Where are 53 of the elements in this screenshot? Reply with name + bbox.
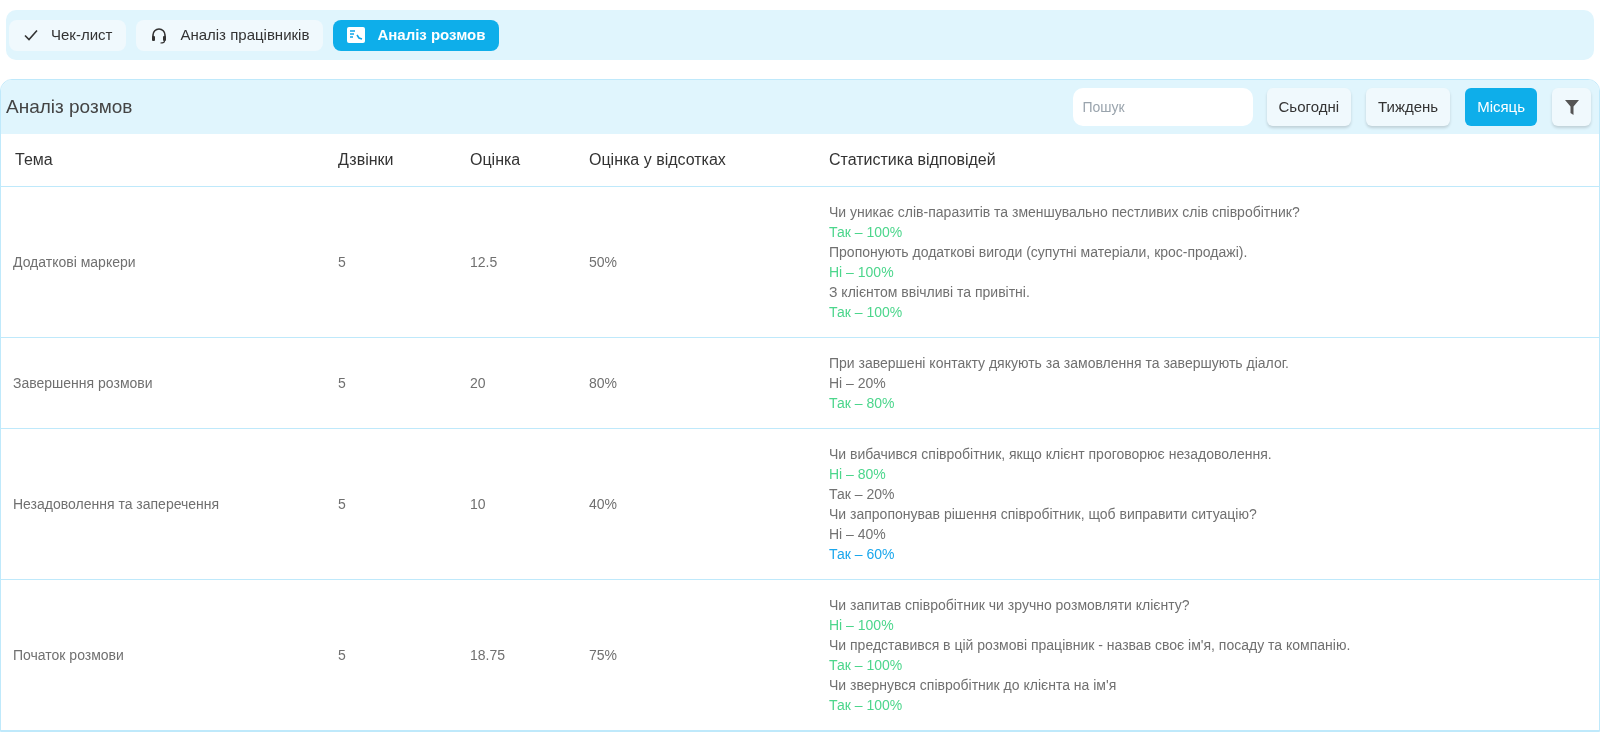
table-cell-text: 80% [589,373,619,393]
answer-stat: Так – 100% [829,656,903,675]
table-cell-text: Додаткові маркери [12,252,137,272]
filter-button[interactable] [1552,88,1591,126]
question-text: Чи представився в цій розмові працівник - назвав своє ім'я, посаду та компанію. [829,636,1351,655]
question-text: Пропонують додаткові вигоди (супутні матеріали, крос-продажі). [829,243,1248,262]
column-header: Оцінка [470,150,522,170]
answer-stat: Ні – 100% [829,263,894,282]
question-text: Чи уникає слів-паразитів та зменшувально пестливих слів співробітник? [829,203,1300,222]
tab[interactable]: Аналіз працівників [136,19,324,51]
table-cell-text: Незадоволення та заперечення [12,494,221,514]
answer-stat: Так – 80% [829,394,895,413]
answer-stat: Ні – 100% [829,616,894,635]
table-cell-text: 18.75 [470,645,507,665]
check-icon [23,27,39,43]
answer-stat: Так – 60% [829,545,895,564]
period-button[interactable]: Сьогодні [1266,88,1351,126]
table-cell-text: 5 [338,645,347,665]
period-button[interactable]: Тиждень [1366,88,1451,126]
question-text: При завершені контакту дякують за замовлення та завершують діалог. [829,354,1289,373]
table-cell-text: Завершення розмови [12,373,154,393]
table-cell-text: 10 [470,494,487,514]
column-header: Оцінка у відсотках [589,150,727,170]
table-cell-text: 5 [338,494,347,514]
question-text: З клієнтом ввічливі та привітні. [829,283,1030,302]
headset-icon [150,26,169,44]
table-cell-text: Початок розмови [12,645,125,665]
answer-stat: Так – 100% [829,223,903,242]
question-text: Чи запитав співробітник чи зручно розмовляти клієнту? [829,596,1190,615]
table-cell-text: 50% [589,252,619,272]
answer-stat: Так – 100% [829,696,903,715]
column-header: Дзвінки [338,150,395,170]
search-field[interactable]: Пошук [1072,88,1253,126]
filter-icon [1564,99,1579,115]
table-cell-text: 5 [338,373,347,393]
question-text: Чи запропонував рішення співробітник, щоб виправити ситуацію? [829,505,1257,524]
table-cell-text: 20 [470,373,487,393]
answer-stat: Так – 100% [829,303,903,322]
table-cell-text: 40% [589,494,619,514]
table-cell-text: 75% [589,645,619,665]
tab[interactable]: Чек-лист [9,19,127,51]
table-cell-text: 5 [338,252,347,272]
column-header: Статистика відповідей [829,150,997,170]
answer-stat: Ні – 20% [829,374,886,393]
table-cell-text: 12.5 [470,252,499,272]
contact-card-icon [347,27,366,43]
column-header: Тема [14,150,54,170]
answer-stat: Ні – 40% [829,525,886,544]
answer-stat: Так – 20% [829,485,895,504]
question-text: Чи звернувся співробітник до клієнта на ім'я [829,676,1117,695]
answer-stat: Ні – 80% [829,465,886,484]
question-text: Чи вибачився співробітник, якщо клієнт проговорює незадоволення. [829,445,1272,464]
panel-title: Аналіз розмов [6,94,134,119]
